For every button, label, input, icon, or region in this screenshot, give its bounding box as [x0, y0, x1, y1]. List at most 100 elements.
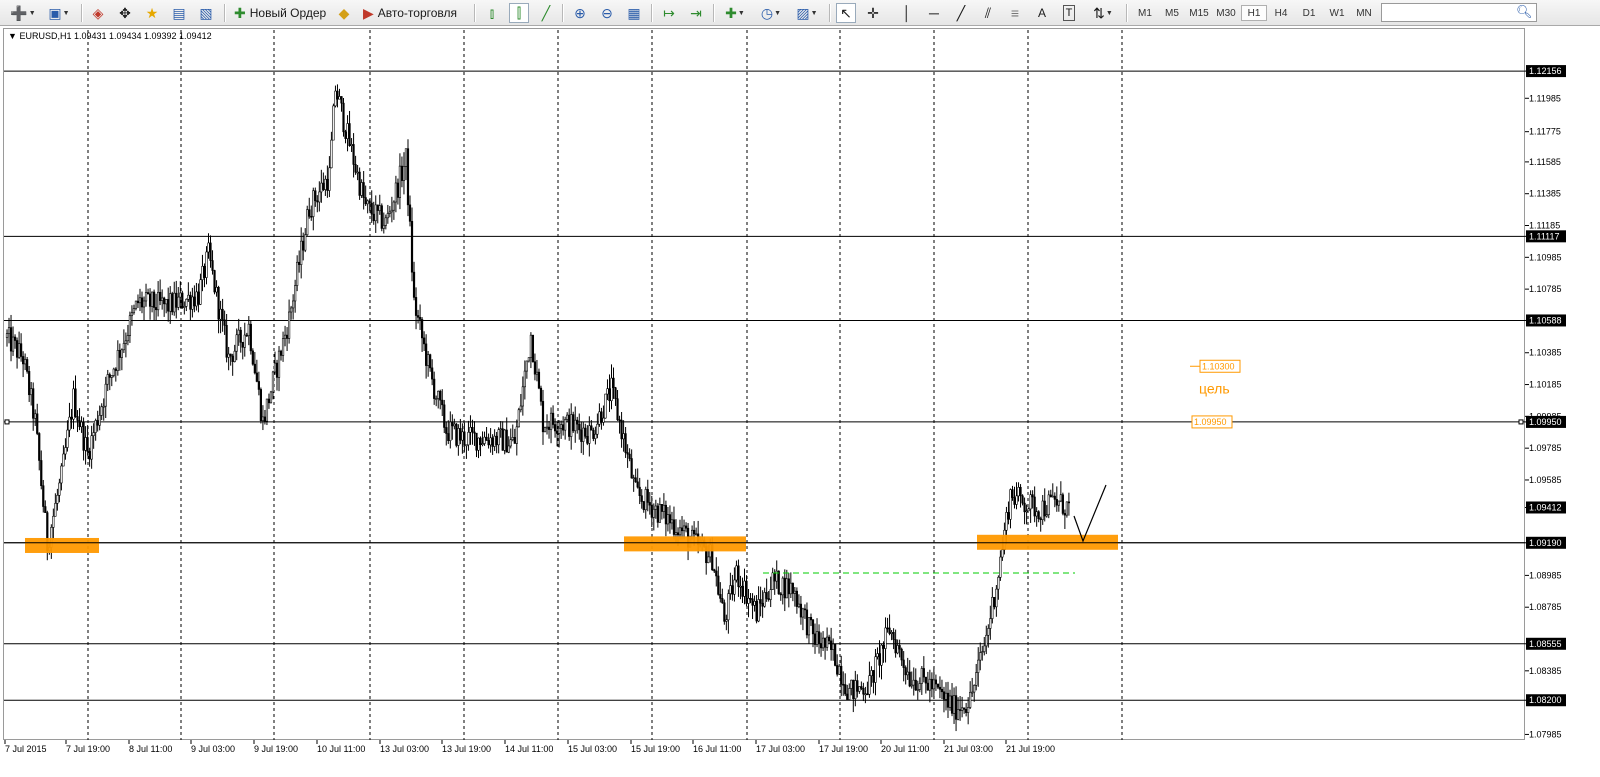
candle-body — [739, 585, 742, 588]
x-axis-tick-label: 13 Jul 19:00 — [442, 744, 491, 754]
y-axis-tick-label: 1.09785 — [1529, 443, 1562, 453]
candle-body — [60, 465, 63, 484]
candle-body — [979, 652, 982, 661]
candle-body — [66, 429, 69, 448]
candle-body — [646, 489, 649, 503]
projection-path[interactable] — [1073, 484, 1107, 543]
candle-body — [1017, 486, 1020, 497]
candle-body — [364, 197, 367, 205]
candle-body — [451, 421, 454, 427]
candle-body — [120, 349, 123, 358]
candle-body — [562, 424, 565, 431]
candle-body — [803, 608, 807, 611]
candle-body — [578, 423, 581, 431]
candle-body — [763, 592, 766, 607]
candle-body — [382, 225, 385, 229]
candle-body — [664, 504, 668, 525]
candle-body — [370, 202, 373, 215]
candle-body — [1061, 494, 1064, 514]
candle-body — [481, 443, 484, 446]
y-axis-tick-label: 1.08555 — [1529, 639, 1562, 649]
candle-body — [555, 430, 559, 434]
candle-body — [423, 337, 426, 345]
candle-body — [290, 307, 293, 313]
candle-body — [995, 588, 998, 608]
candle-body — [354, 164, 357, 173]
x-axis-tick-label: 8 Jul 11:00 — [129, 744, 172, 754]
y-axis-tick-label: 1.09190 — [1529, 538, 1562, 548]
candle-body — [509, 439, 512, 447]
candle-body — [38, 433, 41, 461]
level-handle-icon[interactable] — [4, 419, 10, 425]
candle-body — [938, 686, 942, 690]
candle-body — [928, 678, 931, 691]
candle-body — [568, 414, 571, 437]
candle-body — [898, 645, 901, 650]
candle-body — [130, 312, 134, 317]
candle-body — [324, 178, 327, 190]
candle-body — [171, 293, 174, 313]
price-chart[interactable]: 1.12156 1.11985 1.11775 1.11585 1.11385 1.111… — [0, 0, 1600, 777]
candle-body — [58, 482, 61, 496]
candle-body — [1039, 518, 1042, 520]
candle-body — [662, 504, 665, 512]
candle-body — [838, 665, 841, 675]
candle-body — [872, 670, 875, 683]
candle-body — [521, 386, 524, 407]
candle-body — [535, 371, 539, 375]
candle-body — [848, 688, 851, 700]
candle-body — [358, 171, 361, 196]
candle-body — [74, 388, 77, 417]
candle-body — [392, 201, 395, 211]
candle-body — [505, 429, 508, 453]
candle-body — [134, 300, 138, 309]
target-text-label: цель — [1199, 380, 1230, 396]
candle-body — [316, 200, 319, 203]
candle-body — [860, 686, 863, 689]
candle-body — [26, 359, 29, 372]
candle-body — [902, 659, 905, 668]
candle-body — [195, 291, 198, 307]
candle-body — [447, 433, 450, 441]
candle-body — [813, 633, 817, 645]
support-zone[interactable] — [25, 537, 99, 553]
candle-body — [932, 679, 935, 690]
candle-body — [400, 165, 404, 181]
candle-body — [719, 594, 722, 599]
candle-body — [96, 420, 99, 426]
candle-body — [908, 671, 911, 687]
candle-body — [878, 653, 881, 666]
candle-body — [308, 209, 311, 217]
x-axis-tick-label: 15 Jul 03:00 — [568, 744, 617, 754]
candle-body — [110, 375, 113, 378]
candle-body — [717, 575, 720, 595]
candle-body — [570, 414, 573, 437]
candle-body — [648, 502, 651, 506]
candle-body — [314, 190, 317, 202]
candle-body — [608, 388, 611, 402]
candle-body — [914, 679, 917, 691]
candle-body — [807, 617, 811, 636]
candle-body — [991, 596, 994, 619]
y-axis-tick-label: 1.10785 — [1529, 284, 1562, 294]
candle-body — [787, 578, 790, 595]
candle-body — [741, 585, 744, 597]
candle-body — [797, 603, 800, 607]
candle-body — [201, 265, 204, 281]
candle-body — [952, 695, 956, 714]
candle-body — [503, 429, 506, 451]
candle-body — [340, 96, 343, 104]
candle-body — [187, 294, 190, 300]
candle-body — [1025, 510, 1028, 513]
candle-body — [138, 297, 142, 304]
target-price-label: 1.10300 — [1202, 361, 1235, 371]
candle-body — [590, 425, 593, 431]
candle-body — [277, 350, 281, 378]
support-zone[interactable] — [624, 536, 746, 552]
y-axis-tick-label: 1.10588 — [1529, 315, 1562, 325]
candle-body — [225, 325, 228, 358]
level-handle-icon[interactable] — [1518, 419, 1524, 425]
candle-body — [108, 374, 111, 378]
candle-body — [334, 90, 337, 107]
candle-body — [1043, 500, 1046, 517]
